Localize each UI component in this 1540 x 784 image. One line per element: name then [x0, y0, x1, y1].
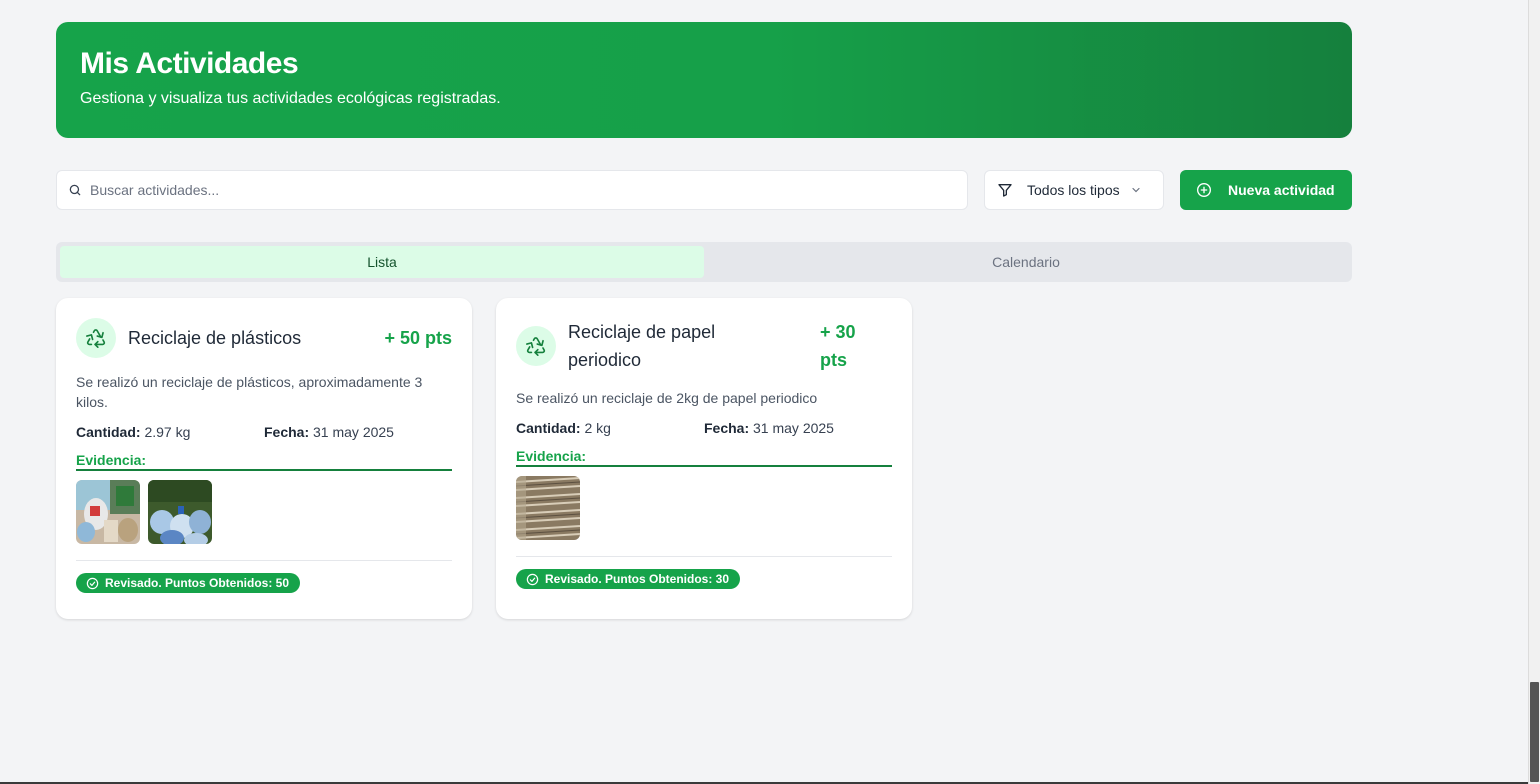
date-value: 31 may 2025	[313, 424, 394, 440]
date-label: Fecha:	[704, 420, 750, 436]
status-badge: Revisado. Puntos Obtenidos: 50	[76, 573, 301, 593]
toolbar: Todos los tipos Nueva actividad	[56, 170, 1352, 210]
page-header-banner: Mis Actividades Gestiona y visualiza tus…	[56, 22, 1352, 138]
search-box[interactable]	[56, 170, 968, 210]
quantity-label: Cantidad:	[516, 420, 581, 436]
filter-label: Todos los tipos	[1027, 182, 1120, 198]
chevron-down-icon	[1130, 184, 1142, 196]
activity-description: Se realizó un reciclaje de 2kg de papel …	[516, 390, 818, 406]
plus-circle-icon	[1196, 182, 1212, 198]
card-divider	[76, 560, 452, 561]
evidence-gallery	[76, 480, 452, 544]
activity-card[interactable]: Reciclaje de papel periodico + 30 pts Se…	[496, 298, 912, 619]
view-tabs: Lista Calendario	[56, 242, 1352, 282]
quantity-label: Cantidad:	[76, 424, 141, 440]
search-input[interactable]	[90, 182, 950, 198]
type-filter-select[interactable]: Todos los tipos	[984, 170, 1164, 210]
status-badge: Revisado. Puntos Obtenidos: 30	[516, 569, 741, 589]
tab-calendario[interactable]: Calendario	[704, 246, 1348, 278]
date-label: Fecha:	[264, 424, 310, 440]
evidence-image-thumbnail[interactable]	[76, 480, 140, 544]
activity-points: + 50 pts	[384, 328, 452, 348]
search-icon	[68, 183, 82, 197]
activity-card-header: Reciclaje de papel periodico + 30 pts	[516, 318, 892, 374]
activity-meta: Cantidad: 2 kg Fecha: 31 may 2025	[516, 420, 892, 436]
check-circle-icon	[86, 577, 99, 590]
activity-card[interactable]: Reciclaje de plásticos + 50 pts Se reali…	[56, 298, 472, 619]
activity-meta: Cantidad: 2.97 kg Fecha: 31 may 2025	[76, 424, 452, 440]
scrollbar-thumb[interactable]	[1530, 682, 1539, 782]
status-text: Revisado. Puntos Obtenidos: 50	[105, 576, 290, 590]
activity-points: + 30 pts	[820, 322, 856, 370]
page-title: Mis Actividades	[80, 47, 299, 80]
tab-lista[interactable]: Lista	[60, 246, 704, 278]
activity-title: Reciclaje de papel periodico	[568, 322, 716, 370]
activity-description: Se realizó un reciclaje de plásticos, ap…	[76, 374, 423, 410]
evidence-image-thumbnail[interactable]	[516, 476, 580, 540]
new-activity-button[interactable]: Nueva actividad	[1180, 170, 1352, 210]
page-scrollbar[interactable]	[1528, 0, 1540, 784]
quantity-value: 2 kg	[584, 420, 611, 436]
activity-card-header: Reciclaje de plásticos + 50 pts	[76, 318, 452, 358]
check-circle-icon	[526, 573, 539, 586]
evidence-label: Evidencia:	[516, 448, 892, 467]
recycle-icon	[516, 326, 556, 366]
status-text: Revisado. Puntos Obtenidos: 30	[545, 572, 730, 586]
activity-title: Reciclaje de plásticos	[128, 328, 302, 348]
filter-icon	[997, 182, 1013, 198]
recycle-icon	[76, 318, 116, 358]
page-subtitle: Gestiona y visualiza tus actividades eco…	[80, 90, 501, 107]
quantity-value: 2.97 kg	[144, 424, 191, 440]
date-value: 31 may 2025	[753, 420, 834, 436]
evidence-image-thumbnail[interactable]	[148, 480, 212, 544]
card-divider	[516, 556, 892, 557]
evidence-label: Evidencia:	[76, 452, 452, 471]
new-activity-label: Nueva actividad	[1228, 182, 1335, 198]
evidence-gallery	[516, 476, 892, 540]
